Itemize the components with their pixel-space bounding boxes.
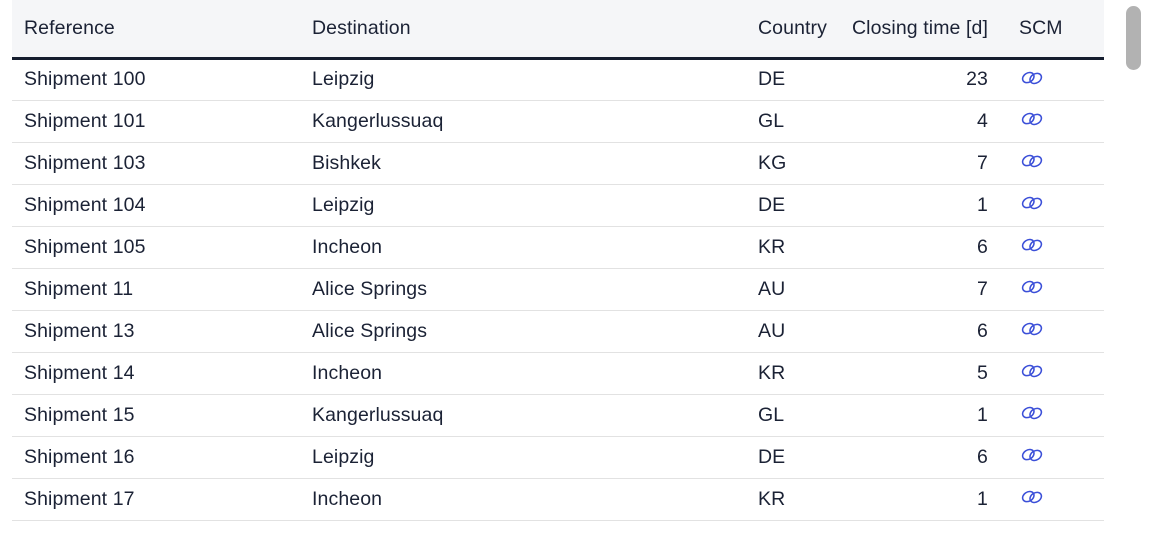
- chain-link-icon[interactable]: [1019, 192, 1045, 214]
- cell-scm: [1000, 352, 1104, 395]
- cell-country: AU: [756, 268, 850, 311]
- cell-country: GL: [756, 394, 850, 437]
- column-header-scm[interactable]: SCM: [1000, 0, 1104, 60]
- cell-scm: [1000, 226, 1104, 269]
- column-header-destination[interactable]: Destination: [306, 0, 756, 60]
- cell-closing-time: 1: [850, 394, 1000, 437]
- table-row[interactable]: Shipment 103 Bishkek KG 7: [12, 142, 1104, 185]
- cell-country: DE: [756, 58, 850, 101]
- cell-scm: [1000, 268, 1104, 311]
- cell-reference: Shipment 16: [12, 436, 306, 479]
- cell-country: KR: [756, 352, 850, 395]
- cell-destination: Leipzig: [306, 58, 756, 101]
- cell-destination: Incheon: [306, 478, 756, 521]
- vertical-scrollbar-thumb[interactable]: [1126, 6, 1141, 70]
- cell-closing-time: 6: [850, 436, 1000, 479]
- cell-country: KR: [756, 478, 850, 521]
- chain-link-icon[interactable]: [1019, 150, 1045, 172]
- cell-reference: Shipment 13: [12, 310, 306, 353]
- chain-link-icon[interactable]: [1019, 234, 1045, 256]
- cell-closing-time: 1: [850, 184, 1000, 227]
- table-scroll-container[interactable]: Reference Destination Country Closing ti…: [12, 0, 1104, 536]
- table-row[interactable]: Shipment 14 Incheon KR 5: [12, 352, 1104, 395]
- cell-country: KG: [756, 142, 850, 185]
- cell-scm: [1000, 58, 1104, 101]
- cell-destination: Incheon: [306, 352, 756, 395]
- cell-destination: Kangerlussuaq: [306, 100, 756, 143]
- cell-destination: Bishkek: [306, 142, 756, 185]
- shipment-table: Reference Destination Country Closing ti…: [12, 0, 1104, 521]
- cell-destination: Leipzig: [306, 184, 756, 227]
- vertical-scrollbar-track[interactable]: [1123, 0, 1143, 536]
- table-row[interactable]: Shipment 11 Alice Springs AU 7: [12, 268, 1104, 311]
- cell-reference: Shipment 104: [12, 184, 306, 227]
- cell-destination: Leipzig: [306, 436, 756, 479]
- cell-scm: [1000, 100, 1104, 143]
- column-header-reference[interactable]: Reference: [12, 0, 306, 60]
- table-row[interactable]: Shipment 100 Leipzig DE 23: [12, 58, 1104, 101]
- table-row[interactable]: Shipment 104 Leipzig DE 1: [12, 184, 1104, 227]
- cell-closing-time: 23: [850, 58, 1000, 101]
- cell-closing-time: 1: [850, 478, 1000, 521]
- table-row[interactable]: Shipment 105 Incheon KR 6: [12, 226, 1104, 269]
- table-head: Reference Destination Country Closing ti…: [12, 0, 1104, 60]
- cell-scm: [1000, 478, 1104, 521]
- chain-link-icon[interactable]: [1019, 318, 1045, 340]
- cell-reference: Shipment 15: [12, 394, 306, 437]
- cell-destination: Incheon: [306, 226, 756, 269]
- cell-closing-time: 5: [850, 352, 1000, 395]
- cell-scm: [1000, 436, 1104, 479]
- cell-destination: Alice Springs: [306, 268, 756, 311]
- table-row[interactable]: Shipment 16 Leipzig DE 6: [12, 436, 1104, 479]
- cell-scm: [1000, 142, 1104, 185]
- cell-reference: Shipment 105: [12, 226, 306, 269]
- cell-reference: Shipment 14: [12, 352, 306, 395]
- table-row[interactable]: Shipment 17 Incheon KR 1: [12, 478, 1104, 521]
- cell-country: DE: [756, 184, 850, 227]
- cell-reference: Shipment 101: [12, 100, 306, 143]
- cell-reference: Shipment 103: [12, 142, 306, 185]
- table-row[interactable]: Shipment 101 Kangerlussuaq GL 4: [12, 100, 1104, 143]
- shipment-table-page: Reference Destination Country Closing ti…: [0, 0, 1152, 536]
- table-row[interactable]: Shipment 13 Alice Springs AU 6: [12, 310, 1104, 353]
- cell-scm: [1000, 184, 1104, 227]
- chain-link-icon[interactable]: [1019, 444, 1045, 466]
- chain-link-icon[interactable]: [1019, 108, 1045, 130]
- cell-destination: Alice Springs: [306, 310, 756, 353]
- chain-link-icon[interactable]: [1019, 486, 1045, 508]
- cell-country: DE: [756, 436, 850, 479]
- column-header-closing-time[interactable]: Closing time [d]: [850, 0, 1000, 60]
- cell-reference: Shipment 100: [12, 58, 306, 101]
- chain-link-icon[interactable]: [1019, 67, 1045, 89]
- table-header-row: Reference Destination Country Closing ti…: [12, 0, 1104, 60]
- cell-reference: Shipment 17: [12, 478, 306, 521]
- chain-link-icon[interactable]: [1019, 402, 1045, 424]
- column-header-country[interactable]: Country: [756, 0, 850, 60]
- cell-country: GL: [756, 100, 850, 143]
- table-row[interactable]: Shipment 15 Kangerlussuaq GL 1: [12, 394, 1104, 437]
- cell-closing-time: 7: [850, 268, 1000, 311]
- cell-country: AU: [756, 310, 850, 353]
- cell-scm: [1000, 394, 1104, 437]
- table-body: Shipment 100 Leipzig DE 23 Shipment 101 Kange…: [12, 58, 1104, 521]
- cell-closing-time: 4: [850, 100, 1000, 143]
- chain-link-icon[interactable]: [1019, 360, 1045, 382]
- cell-reference: Shipment 11: [12, 268, 306, 311]
- cell-scm: [1000, 310, 1104, 353]
- cell-destination: Kangerlussuaq: [306, 394, 756, 437]
- cell-closing-time: 6: [850, 310, 1000, 353]
- chain-link-icon[interactable]: [1019, 276, 1045, 298]
- cell-country: KR: [756, 226, 850, 269]
- cell-closing-time: 7: [850, 142, 1000, 185]
- cell-closing-time: 6: [850, 226, 1000, 269]
